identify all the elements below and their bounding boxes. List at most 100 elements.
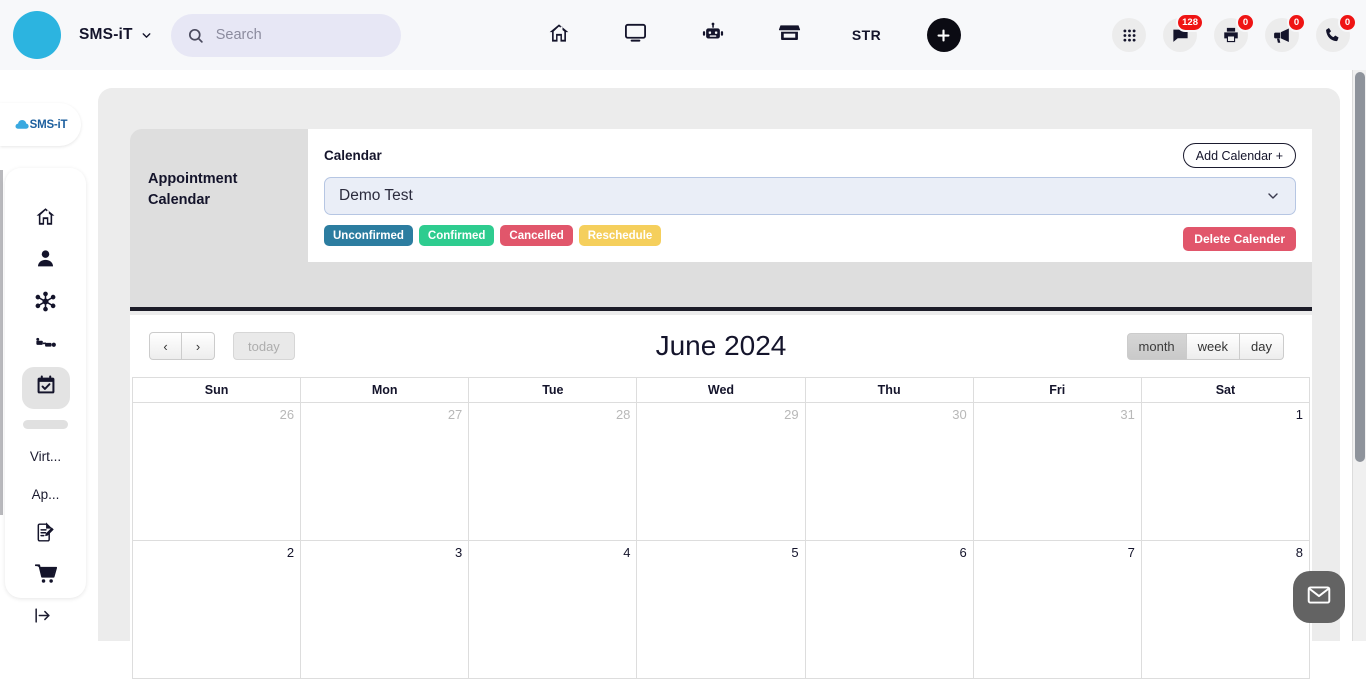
calendar-nav-group: ‹ › (149, 332, 215, 360)
view-week-button[interactable]: week (1187, 333, 1240, 360)
sidebar-rail-line (0, 170, 3, 515)
sidebar-item-store[interactable] (22, 556, 70, 598)
sidebar: Virt... Ap... (5, 168, 86, 598)
nav-store[interactable] (751, 0, 828, 70)
add-calendar-button[interactable]: Add Calendar + (1183, 143, 1296, 168)
status-pill-cancelled[interactable]: Cancelled (500, 225, 572, 246)
nav-display[interactable] (597, 0, 674, 70)
status-pill-confirmed[interactable]: Confirmed (419, 225, 495, 246)
day-number: 26 (280, 407, 294, 422)
calendar-day-cell[interactable]: 8 (1142, 541, 1309, 678)
day-number: 30 (952, 407, 966, 422)
calendar-day-cell[interactable]: 1 (1142, 403, 1309, 540)
calendar-day-cell[interactable]: 5 (637, 541, 805, 678)
scrollbar-thumb[interactable] (1355, 72, 1365, 462)
announcements-badge: 0 (1287, 13, 1306, 32)
plus-icon[interactable] (927, 18, 961, 52)
sidebar-item-network[interactable] (22, 282, 70, 324)
sidebar-item-contacts[interactable] (22, 240, 70, 282)
weekday-tue: Tue (469, 378, 637, 402)
next-month-button[interactable]: › (182, 332, 215, 360)
calendar-day-cell[interactable]: 27 (301, 403, 469, 540)
nav-apps[interactable] (1112, 18, 1146, 52)
calendar-day-cell[interactable]: 7 (974, 541, 1142, 678)
brand-name: SMS-iT (79, 26, 133, 44)
day-number: 31 (1120, 407, 1134, 422)
day-number: 1 (1296, 407, 1303, 422)
calendar-week-row: 2 3 4 5 6 7 8 (133, 541, 1309, 679)
sidebar-item-forms[interactable] (22, 514, 70, 556)
calendar-area: ‹ › today June 2024 month week day Sun M… (130, 315, 1312, 641)
calendar-day-cell[interactable]: 4 (469, 541, 637, 678)
share-nodes-icon (35, 291, 56, 317)
home-icon (548, 22, 570, 49)
weekday-sun: Sun (133, 378, 301, 402)
page-scrollbar[interactable] (1352, 70, 1366, 641)
calendar-field-label: Calendar (324, 148, 382, 163)
prev-month-button[interactable]: ‹ (149, 332, 182, 360)
calendar-select[interactable]: Demo Test (324, 177, 1296, 215)
status-pill-reschedule[interactable]: Reschedule (579, 225, 662, 246)
view-month-button[interactable]: month (1127, 333, 1187, 360)
day-number: 2 (287, 545, 294, 560)
main-card: Appointment Calendar Calendar Add Calend… (98, 88, 1340, 641)
nav-messages[interactable]: 128 (1163, 18, 1197, 52)
delete-calendar-button[interactable]: Delete Calender (1183, 227, 1296, 251)
sidebar-item-virtual[interactable]: Virt... (11, 437, 81, 475)
sidebar-item-pipeline[interactable] (22, 325, 70, 367)
sidebar-item-home[interactable] (22, 198, 70, 240)
messages-badge: 128 (1176, 13, 1204, 32)
nav-announcements[interactable]: 0 (1265, 18, 1299, 52)
cloud-icon (14, 118, 30, 131)
status-pill-group: Unconfirmed Confirmed Cancelled Reschedu… (324, 225, 1296, 246)
calendar-day-cell[interactable]: 28 (469, 403, 637, 540)
calendar-day-cell[interactable]: 31 (974, 403, 1142, 540)
weekday-sat: Sat (1142, 378, 1309, 402)
day-number: 6 (959, 545, 966, 560)
day-number: 3 (455, 545, 462, 560)
weekday-wed: Wed (637, 378, 805, 402)
calendar-check-icon (35, 374, 57, 401)
shopping-cart-icon (35, 563, 57, 590)
calendar-toolbar: ‹ › today June 2024 month week day (130, 315, 1312, 377)
sidebar-item-calendar[interactable] (22, 367, 70, 409)
search-box[interactable] (171, 14, 401, 57)
appointment-panel: Appointment Calendar Calendar Add Calend… (130, 129, 1312, 311)
sidebar-item-apps[interactable]: Ap... (11, 475, 81, 513)
calendar-day-cell[interactable]: 3 (301, 541, 469, 678)
nav-add[interactable] (905, 0, 982, 70)
nav-calls[interactable]: 0 (1316, 18, 1350, 52)
day-number: 7 (1128, 545, 1135, 560)
person-icon (35, 248, 56, 274)
day-number: 5 (791, 545, 798, 560)
page-title: Appointment Calendar (148, 169, 288, 211)
chevron-down-icon[interactable] (1265, 188, 1281, 204)
day-number: 4 (623, 545, 630, 560)
grid-apps-icon (1112, 18, 1146, 52)
calendar-selector-box: Calendar Add Calendar + Demo Test Unconf… (308, 129, 1312, 262)
nav-str[interactable]: STR (828, 0, 905, 70)
nav-print[interactable]: 0 (1214, 18, 1248, 52)
calendar-grid: Sun Mon Tue Wed Thu Fri Sat 26 27 28 29 … (132, 377, 1310, 679)
today-button[interactable]: today (233, 332, 295, 360)
view-day-button[interactable]: day (1240, 333, 1284, 360)
message-fab-button[interactable] (1293, 571, 1345, 623)
calls-badge: 0 (1338, 13, 1357, 32)
account-avatar[interactable] (13, 11, 61, 59)
calendar-day-cell[interactable]: 2 (133, 541, 301, 678)
search-input[interactable] (216, 27, 376, 43)
sidebar-logout[interactable] (28, 606, 56, 630)
calendar-day-cell[interactable]: 6 (806, 541, 974, 678)
nav-bot[interactable] (674, 0, 751, 70)
calendar-day-cell[interactable]: 29 (637, 403, 805, 540)
status-pill-unconfirmed[interactable]: Unconfirmed (324, 225, 413, 246)
calendar-day-cell[interactable]: 26 (133, 403, 301, 540)
day-number: 8 (1296, 545, 1303, 560)
weekday-thu: Thu (806, 378, 974, 402)
calendar-day-cell[interactable]: 30 (806, 403, 974, 540)
document-edit-icon (35, 522, 56, 548)
envelope-icon (1306, 582, 1332, 613)
chevron-down-icon[interactable] (140, 29, 153, 42)
nav-home[interactable] (520, 0, 597, 70)
sidebar-logo[interactable]: SMS-iT (0, 103, 81, 146)
